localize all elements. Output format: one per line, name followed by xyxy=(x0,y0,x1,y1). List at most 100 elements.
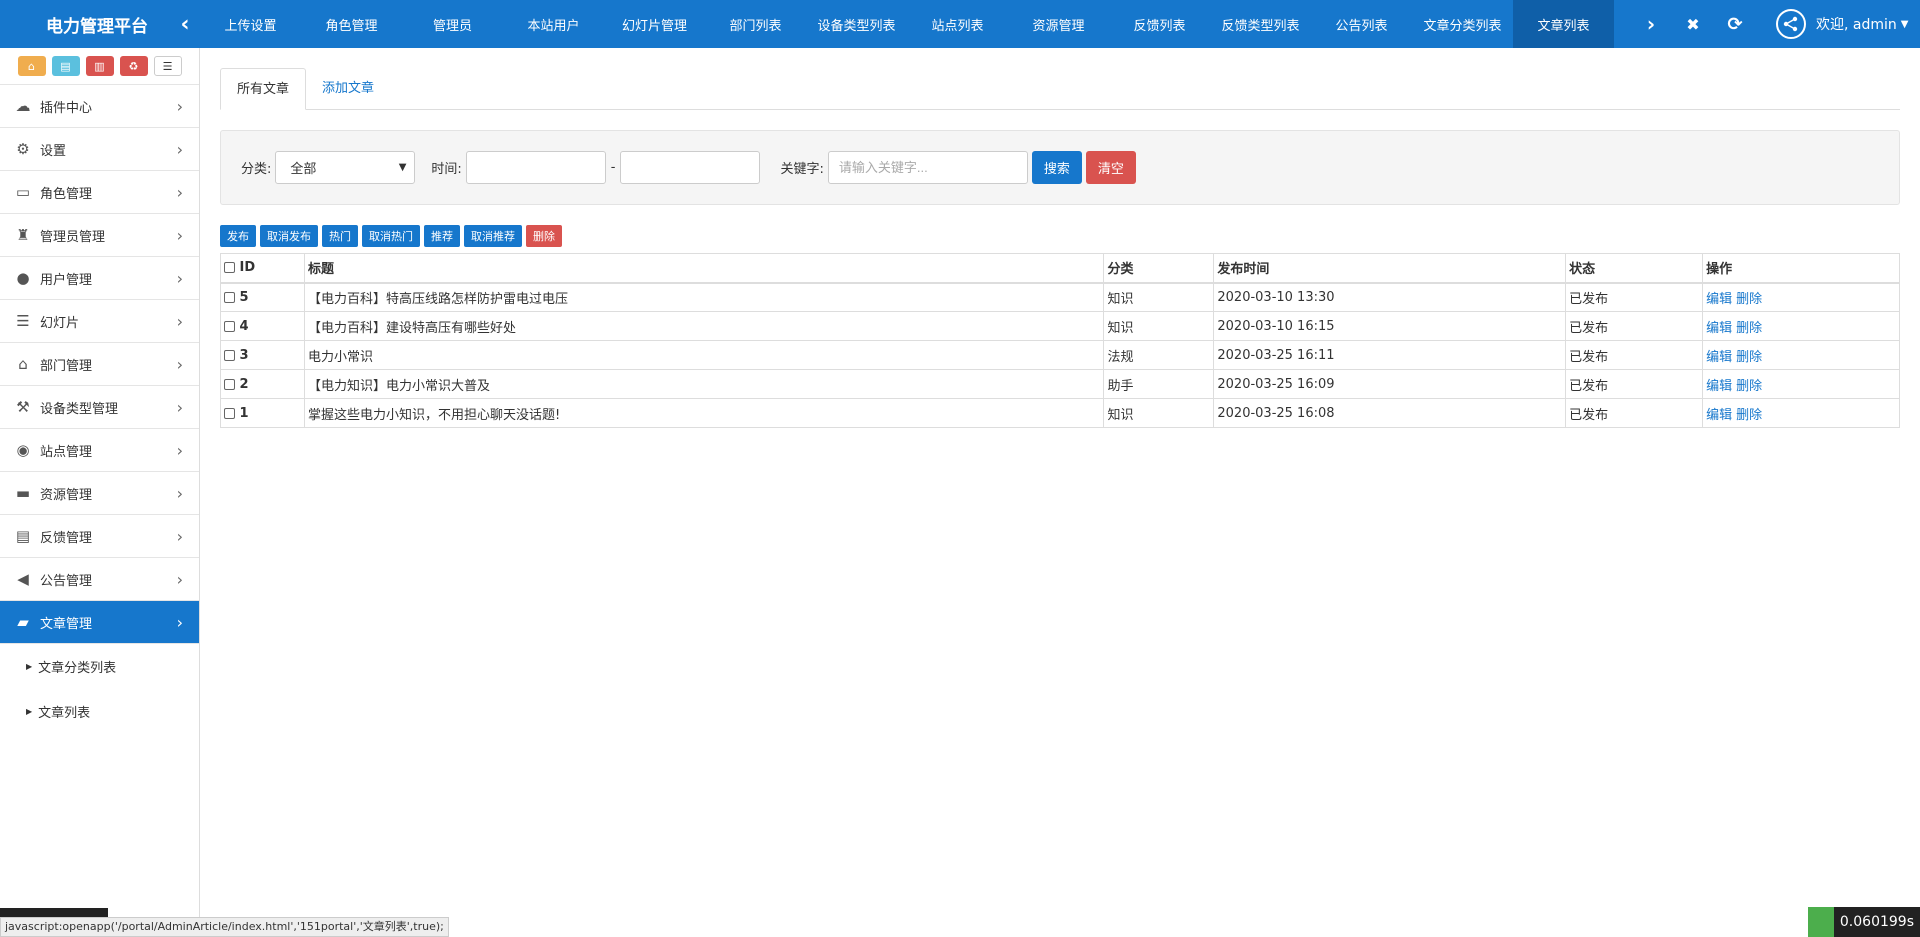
category-select[interactable]: 全部 ▼ xyxy=(275,151,416,184)
submenu-label: 文章列表 xyxy=(38,706,91,721)
timer-value: 0.060199s xyxy=(1839,914,1914,930)
top-tab-admins[interactable]: 管理员 xyxy=(402,0,503,48)
delete-link[interactable]: 删除 xyxy=(1736,379,1762,394)
edit-link[interactable]: 编辑 xyxy=(1706,321,1732,336)
row-checkbox[interactable] xyxy=(224,320,235,332)
table-row: 4 【电力百科】建设特高压有哪些好处 知识 2020-03-10 16:15 已… xyxy=(220,311,1900,341)
close-icon[interactable]: ✖ xyxy=(1672,0,1714,48)
top-tab-articles[interactable]: 文章列表 xyxy=(1513,0,1614,48)
start-time-input[interactable] xyxy=(465,151,606,184)
row-checkbox[interactable] xyxy=(224,378,235,390)
logo-icon xyxy=(1807,907,1834,937)
chevron-down-icon: ▼ xyxy=(398,162,407,173)
briefcase-icon: ▬ xyxy=(15,484,31,502)
table-row: 2 【电力知识】电力小常识大普及 助手 2020-03-25 16:09 已发布… xyxy=(220,369,1900,399)
top-tab-feedback[interactable]: 反馈列表 xyxy=(1109,0,1210,48)
tab-all-articles[interactable]: 所有文章 xyxy=(220,68,307,110)
select-all-checkbox[interactable] xyxy=(224,262,235,274)
cell-operations: 编辑 删除 xyxy=(1702,369,1900,399)
delete-link[interactable]: 删除 xyxy=(1736,292,1762,307)
hot-button[interactable]: 热门 xyxy=(322,225,358,247)
sidebar-item-label: 设置 xyxy=(40,143,67,159)
sidebar-item-feedback[interactable]: ▤ 反馈管理 › xyxy=(0,515,199,558)
top-tab-device-types[interactable]: 设备类型列表 xyxy=(806,0,907,48)
refresh-icon[interactable]: ⟳ xyxy=(1714,0,1756,48)
chevron-right-icon[interactable]: › xyxy=(1630,0,1672,48)
id-card-icon: ▭ xyxy=(15,183,31,201)
cell-category: 知识 xyxy=(1103,398,1215,428)
top-tabs: 上传设置 角色管理 管理员 本站用户 幻灯片管理 部门列表 设备类型列表 站点列… xyxy=(200,0,1630,48)
publish-button[interactable]: 发布 xyxy=(220,225,256,247)
edit-link[interactable]: 编辑 xyxy=(1706,292,1732,307)
chevron-right-icon: › xyxy=(176,354,183,374)
unrecommend-button[interactable]: 取消推荐 xyxy=(464,225,522,247)
sidebar-item-label: 用户管理 xyxy=(40,272,93,288)
row-checkbox[interactable] xyxy=(224,291,235,303)
cell-title: 掌握这些电力小知识，不用担心聊天没话题! xyxy=(303,398,1105,428)
sidebar-item-device-types[interactable]: ⚒ 设备类型管理 › xyxy=(0,386,199,429)
sidebar-item-departments[interactable]: ⌂ 部门管理 › xyxy=(0,343,199,386)
unpublish-button[interactable]: 取消发布 xyxy=(260,225,318,247)
recommend-button[interactable]: 推荐 xyxy=(424,225,460,247)
clear-button[interactable]: 清空 xyxy=(1085,151,1136,184)
delete-link[interactable]: 删除 xyxy=(1736,350,1762,365)
home-icon[interactable]: ⌂ xyxy=(17,56,46,76)
top-tab-site-users[interactable]: 本站用户 xyxy=(503,0,604,48)
sidebar-item-users[interactable]: ● 用户管理 › xyxy=(0,257,199,300)
top-tab-upload-settings[interactable]: 上传设置 xyxy=(200,0,301,48)
delete-link[interactable]: 删除 xyxy=(1736,321,1762,336)
sidebar-item-settings[interactable]: ⚙ 设置 › xyxy=(0,128,199,171)
header-id: ID xyxy=(220,253,305,284)
gear-icon: ⚙ xyxy=(16,140,30,158)
user-menu[interactable]: 欢迎, admin ▼ xyxy=(1776,9,1908,39)
tab-add-article[interactable]: 添加文章 xyxy=(306,68,390,110)
top-tab-sites[interactable]: 站点列表 xyxy=(907,0,1008,48)
search-button[interactable]: 搜索 xyxy=(1031,151,1082,184)
top-tab-feedback-types[interactable]: 反馈类型列表 xyxy=(1210,0,1311,48)
trash-icon[interactable]: ▥ xyxy=(85,56,114,76)
chevron-left-icon[interactable]: ‹ xyxy=(170,12,200,37)
edit-link[interactable]: 编辑 xyxy=(1706,408,1732,423)
hammer-icon: ⚒ xyxy=(16,398,30,416)
sidebar-item-label: 部门管理 xyxy=(40,358,93,374)
row-checkbox[interactable] xyxy=(224,349,235,361)
cell-category: 知识 xyxy=(1103,311,1215,341)
top-tab-article-categories[interactable]: 文章分类列表 xyxy=(1412,0,1513,48)
delete-link[interactable]: 删除 xyxy=(1736,408,1762,423)
cell-operations: 编辑 删除 xyxy=(1702,311,1900,341)
sidebar-item-resources[interactable]: ▬ 资源管理 › xyxy=(0,472,199,515)
edit-link[interactable]: 编辑 xyxy=(1706,350,1732,365)
end-time-input[interactable] xyxy=(620,151,761,184)
list-icon[interactable]: ☰ xyxy=(153,56,182,76)
cell-operations: 编辑 删除 xyxy=(1702,340,1900,370)
header-category: 分类 xyxy=(1103,253,1215,284)
sidebar-item-label: 站点管理 xyxy=(40,444,93,460)
sidebar-item-roles[interactable]: ▭ 角色管理 › xyxy=(0,171,199,214)
sidebar-item-articles[interactable]: ▰ 文章管理 › xyxy=(0,601,199,644)
top-tab-roles[interactable]: 角色管理 xyxy=(301,0,402,48)
sidebar-item-admins[interactable]: ♜ 管理员管理 › xyxy=(0,214,199,257)
keyword-input[interactable] xyxy=(827,151,1028,184)
submenu-article-categories[interactable]: ▶ 文章分类列表 xyxy=(0,644,199,689)
recycle-icon[interactable]: ♻ xyxy=(119,56,148,76)
top-tab-resources[interactable]: 资源管理 xyxy=(1008,0,1109,48)
edit-link[interactable]: 编辑 xyxy=(1706,379,1732,394)
cell-time: 2020-03-25 16:08 xyxy=(1213,398,1567,428)
page-timer: 0.060199s xyxy=(1807,907,1920,937)
top-tab-notices[interactable]: 公告列表 xyxy=(1311,0,1412,48)
caret-down-icon: ▼ xyxy=(1900,18,1909,30)
sidebar-item-plugins[interactable]: ☁ 插件中心 › xyxy=(0,85,199,128)
sidebar-item-notices[interactable]: ◀ 公告管理 › xyxy=(0,558,199,601)
chevron-right-icon: › xyxy=(176,225,183,245)
unhot-button[interactable]: 取消热门 xyxy=(362,225,420,247)
top-tab-slides[interactable]: 幻灯片管理 xyxy=(604,0,705,48)
sidebar-item-label: 公告管理 xyxy=(40,573,93,589)
row-checkbox[interactable] xyxy=(224,407,235,419)
sidebar-item-sites[interactable]: ◉ 站点管理 › xyxy=(0,429,199,472)
chevron-right-icon: › xyxy=(176,268,183,288)
sidebar-item-slides[interactable]: ☰ 幻灯片 › xyxy=(0,300,199,343)
file-icon[interactable]: ▤ xyxy=(51,56,80,76)
top-tab-departments[interactable]: 部门列表 xyxy=(705,0,806,48)
delete-button[interactable]: 删除 xyxy=(526,225,562,247)
submenu-article-list[interactable]: ▶ 文章列表 xyxy=(0,689,199,734)
